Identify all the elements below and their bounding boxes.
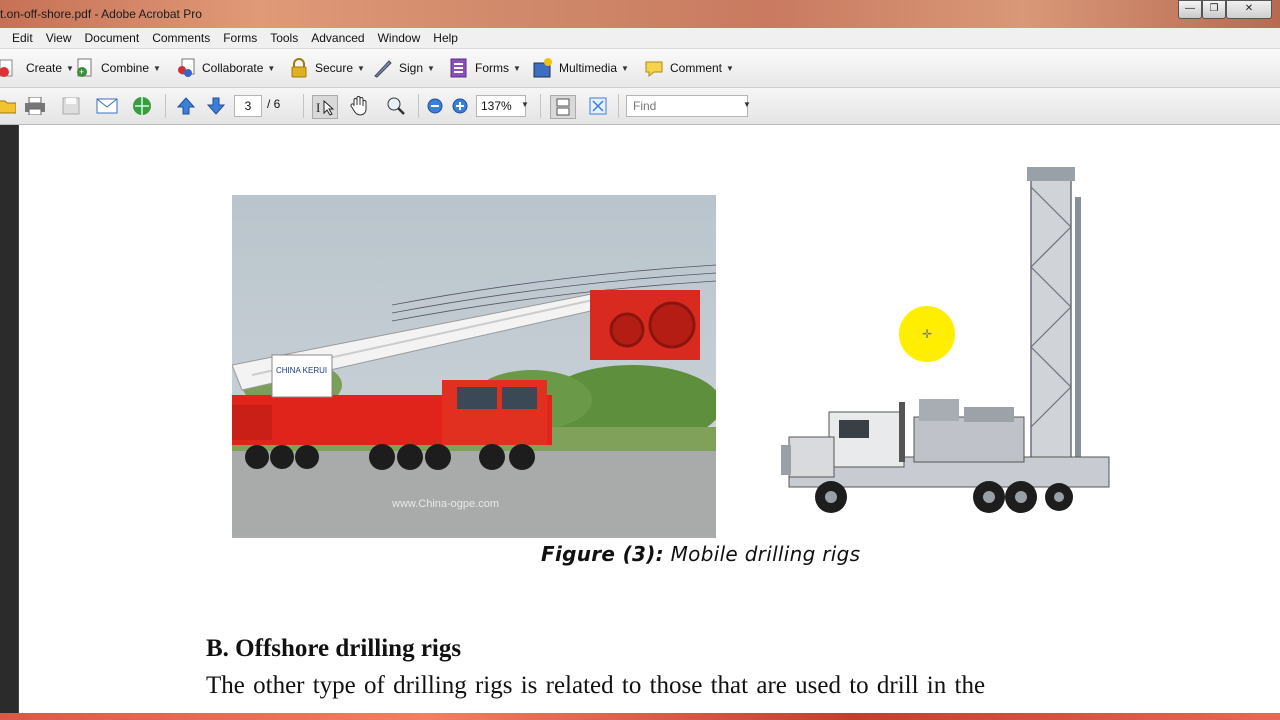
taskbar-edge: [0, 713, 1280, 720]
zoom-dropdown-chevron-icon[interactable]: ▼: [521, 100, 529, 109]
document-page[interactable]: CHINA KERUI www.China-ogpe.com ✛ Figure …: [19, 125, 1280, 713]
comment-icon: [644, 58, 664, 78]
minimize-button[interactable]: —: [1178, 0, 1202, 19]
figure-caption-text: Mobile drilling rigs: [663, 542, 861, 566]
multimedia-label: Multimedia: [559, 61, 618, 75]
forms-button[interactable]: Forms ▼: [449, 55, 521, 81]
fit-page-icon[interactable]: [587, 95, 609, 117]
find-input[interactable]: Find: [626, 95, 748, 117]
marquee-zoom-icon[interactable]: [385, 95, 407, 117]
print-icon[interactable]: [24, 95, 46, 117]
select-tool-icon[interactable]: I: [312, 95, 338, 119]
truck-label: CHINA KERUI: [276, 366, 327, 375]
open-folder-icon[interactable]: [0, 95, 18, 117]
svg-text:I: I: [316, 100, 320, 115]
save-icon[interactable]: [60, 95, 82, 117]
figure-caption: Figure (3): Mobile drilling rigs: [541, 542, 860, 566]
section-heading: B. Offshore drilling rigs: [206, 635, 462, 662]
maximize-button[interactable]: ❐: [1202, 0, 1226, 19]
create-button[interactable]: Create ▼: [0, 55, 74, 81]
menu-tools[interactable]: Tools: [264, 31, 304, 45]
crosshair-cursor-icon: ✛: [922, 327, 933, 341]
collaborate-label: Collaborate: [202, 61, 264, 75]
mobile-rig-photo: CHINA KERUI www.China-ogpe.com: [232, 195, 716, 538]
zoom-out-icon[interactable]: [424, 95, 446, 117]
collaborate-icon: [176, 58, 196, 78]
multimedia-icon: [533, 58, 553, 78]
menu-forms[interactable]: Forms: [217, 31, 263, 45]
combine-button[interactable]: + Combine ▼: [75, 55, 161, 81]
page-total: / 6: [267, 97, 281, 111]
share-globe-icon[interactable]: [131, 95, 153, 117]
hand-tool-icon[interactable]: [348, 95, 370, 117]
navigation-panel[interactable]: [0, 125, 19, 713]
menu-bar: Edit View Document Comments Forms Tools …: [0, 28, 1280, 49]
secure-label: Secure: [315, 61, 354, 75]
scrolling-mode-icon[interactable]: [550, 95, 576, 119]
combine-icon: +: [75, 58, 95, 78]
create-icon: [0, 58, 20, 78]
combine-label: Combine: [101, 61, 150, 75]
email-icon[interactable]: [96, 95, 118, 117]
tasks-toolbar: Create ▼ + Combine ▼ Collaborate ▼ Secure ▼ …: [0, 49, 1280, 88]
close-button[interactable]: ✕: [1226, 0, 1272, 19]
title-bar: t.on-off-shore.pdf - Adobe Acrobat Pro —…: [0, 0, 1280, 28]
forms-label: Forms: [475, 61, 509, 75]
menu-window[interactable]: Window: [372, 31, 427, 45]
comment-label: Comment: [670, 61, 723, 75]
menu-advanced[interactable]: Advanced: [305, 31, 370, 45]
menu-edit[interactable]: Edit: [6, 31, 39, 45]
photo-watermark: www.China-ogpe.com: [391, 498, 499, 510]
sign-label: Sign: [399, 61, 424, 75]
find-dropdown-chevron-icon[interactable]: ▼: [743, 100, 751, 109]
pen-icon: [373, 58, 393, 78]
collaborate-button[interactable]: Collaborate ▼: [176, 55, 275, 81]
figure-caption-number: Figure (3):: [541, 542, 664, 566]
window-controls: — ❐ ✕: [1178, 0, 1272, 20]
menu-help[interactable]: Help: [427, 31, 464, 45]
page-number-input[interactable]: 3: [234, 95, 262, 117]
menu-view[interactable]: View: [40, 31, 78, 45]
sign-button[interactable]: Sign ▼: [373, 55, 435, 81]
forms-icon: [449, 58, 469, 78]
body-paragraph: The other type of drilling rigs is relat…: [206, 672, 986, 699]
create-label: Create: [26, 61, 63, 75]
multimedia-button[interactable]: Multimedia ▼: [533, 55, 629, 81]
window-title: t.on-off-shore.pdf - Adobe Acrobat Pro: [0, 7, 202, 21]
menu-comments[interactable]: Comments: [146, 31, 216, 45]
comment-button[interactable]: Comment ▼: [644, 55, 734, 81]
menu-document[interactable]: Document: [78, 31, 145, 45]
zoom-level-input[interactable]: 137%: [476, 95, 526, 117]
next-page-icon[interactable]: [205, 95, 227, 117]
svg-text:+: +: [79, 67, 84, 77]
previous-page-icon[interactable]: [175, 95, 197, 117]
secure-button[interactable]: Secure ▼: [289, 55, 365, 81]
zoom-in-icon[interactable]: [449, 95, 471, 117]
lock-icon: [289, 58, 309, 78]
